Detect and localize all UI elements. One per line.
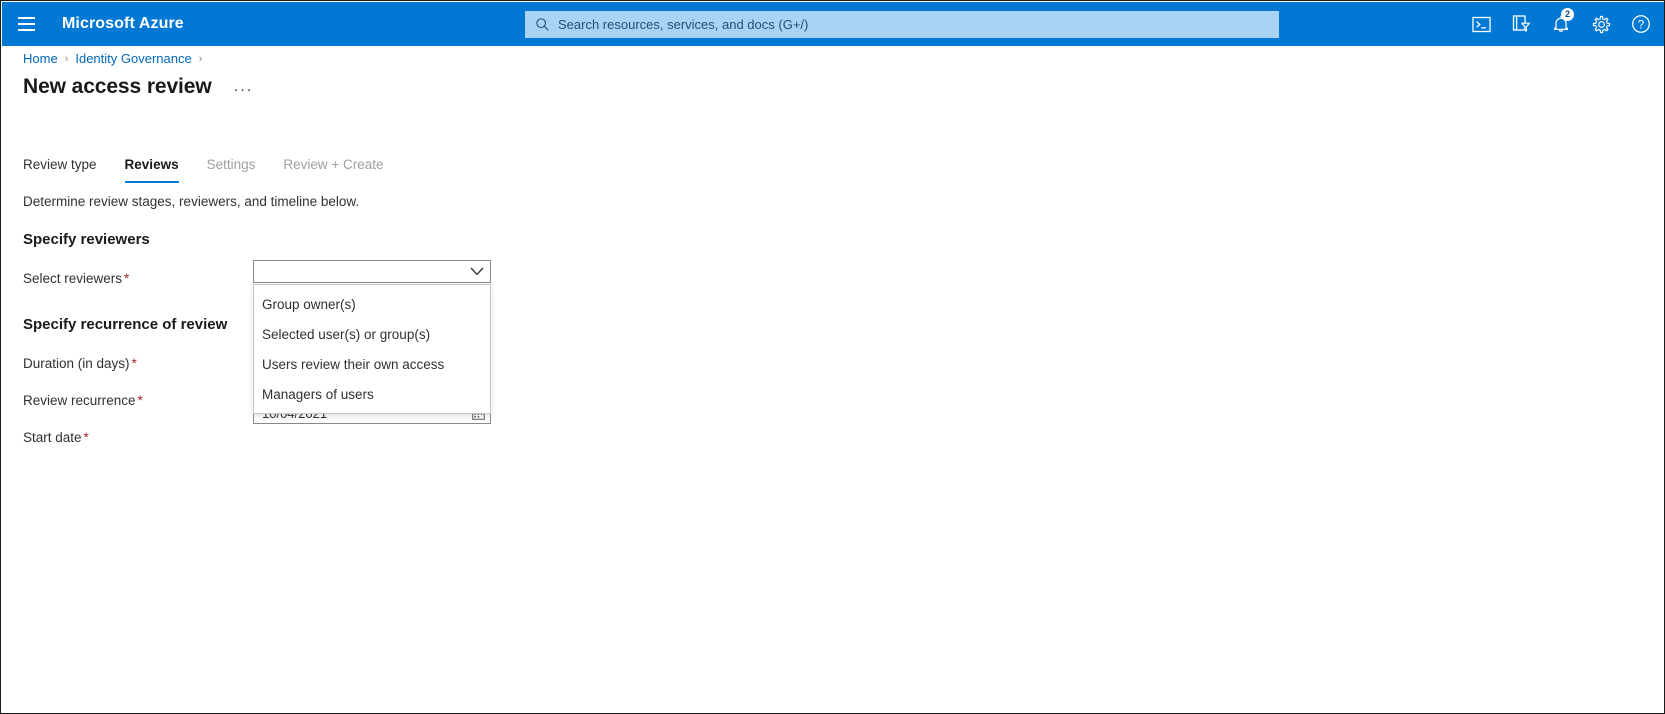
page-title: New access review (23, 75, 212, 98)
select-reviewers-dropdown[interactable] (253, 260, 491, 283)
help-glyph: ? (1632, 15, 1650, 33)
field-start-date: Start date * (23, 420, 723, 455)
top-navigation-bar: Microsoft Azure Search resources, servic… (2, 2, 1664, 46)
settings-gear-icon[interactable] (1581, 2, 1621, 46)
cloud-shell-icon[interactable] (1461, 2, 1501, 46)
azure-portal-page: Microsoft Azure Search resources, servic… (0, 0, 1665, 714)
select-reviewers-option-list: Group owner(s) Selected user(s) or group… (253, 284, 491, 414)
page-header: New access review ··· (23, 75, 253, 99)
global-search-box[interactable] (525, 11, 1279, 38)
directories-subscriptions-icon[interactable] (1501, 2, 1541, 46)
chevron-down-icon[interactable] (464, 267, 490, 276)
hamburger-menu-icon[interactable] (4, 2, 48, 46)
help-question-icon[interactable]: ? (1621, 2, 1661, 46)
cloud-shell-glyph (1471, 16, 1491, 32)
tab-description-text: Determine review stages, reviewers, and … (23, 194, 360, 209)
directory-filter-glyph (1512, 15, 1530, 32)
option-selected-users-or-groups[interactable]: Selected user(s) or group(s) (254, 319, 490, 349)
wizard-tab-bar: Review type Reviews Settings Review + Cr… (23, 153, 412, 183)
svg-text:?: ? (1638, 19, 1644, 31)
label-text: Duration (in days) (23, 356, 130, 371)
gear-glyph (1592, 15, 1610, 33)
tab-reviews[interactable]: Reviews (124, 157, 179, 183)
chevron-down-glyph (470, 267, 484, 276)
field-label-start-date: Start date * (23, 430, 253, 445)
field-label-select-reviewers: Select reviewers * (23, 271, 253, 286)
required-marker: * (124, 271, 130, 286)
section-heading-specify-reviewers: Specify reviewers (23, 231, 150, 248)
label-text: Review recurrence (23, 393, 136, 408)
more-actions-button[interactable]: ··· (234, 81, 254, 98)
search-input[interactable] (558, 17, 1269, 32)
required-marker: * (131, 356, 137, 371)
breadcrumb-separator-icon: › (198, 52, 203, 65)
tab-review-create[interactable]: Review + Create (283, 157, 383, 183)
required-marker: * (83, 430, 89, 445)
field-label-duration: Duration (in days) * (23, 356, 253, 371)
search-icon (536, 18, 549, 31)
label-text: Select reviewers (23, 271, 123, 286)
option-users-review-their-own-access[interactable]: Users review their own access (254, 349, 490, 379)
notification-count-badge: 2 (1561, 8, 1574, 21)
option-managers-of-users[interactable]: Managers of users (254, 379, 490, 409)
option-group-owners[interactable]: Group owner(s) (254, 289, 490, 319)
breadcrumb: Home › Identity Governance › (23, 51, 209, 66)
required-marker: * (137, 393, 143, 408)
breadcrumb-item-identity-governance[interactable]: Identity Governance (75, 51, 191, 66)
field-label-review-recurrence: Review recurrence * (23, 393, 253, 408)
tab-settings[interactable]: Settings (207, 157, 256, 183)
notifications-bell-icon[interactable]: 2 (1541, 2, 1581, 46)
label-text: Start date (23, 430, 82, 445)
breadcrumb-item-home[interactable]: Home (23, 51, 58, 66)
top-bar-icon-group: 2 ? (1461, 2, 1661, 46)
azure-brand-title[interactable]: Microsoft Azure (62, 15, 184, 33)
tab-review-type[interactable]: Review type (23, 157, 97, 183)
breadcrumb-separator-icon: › (64, 52, 69, 65)
